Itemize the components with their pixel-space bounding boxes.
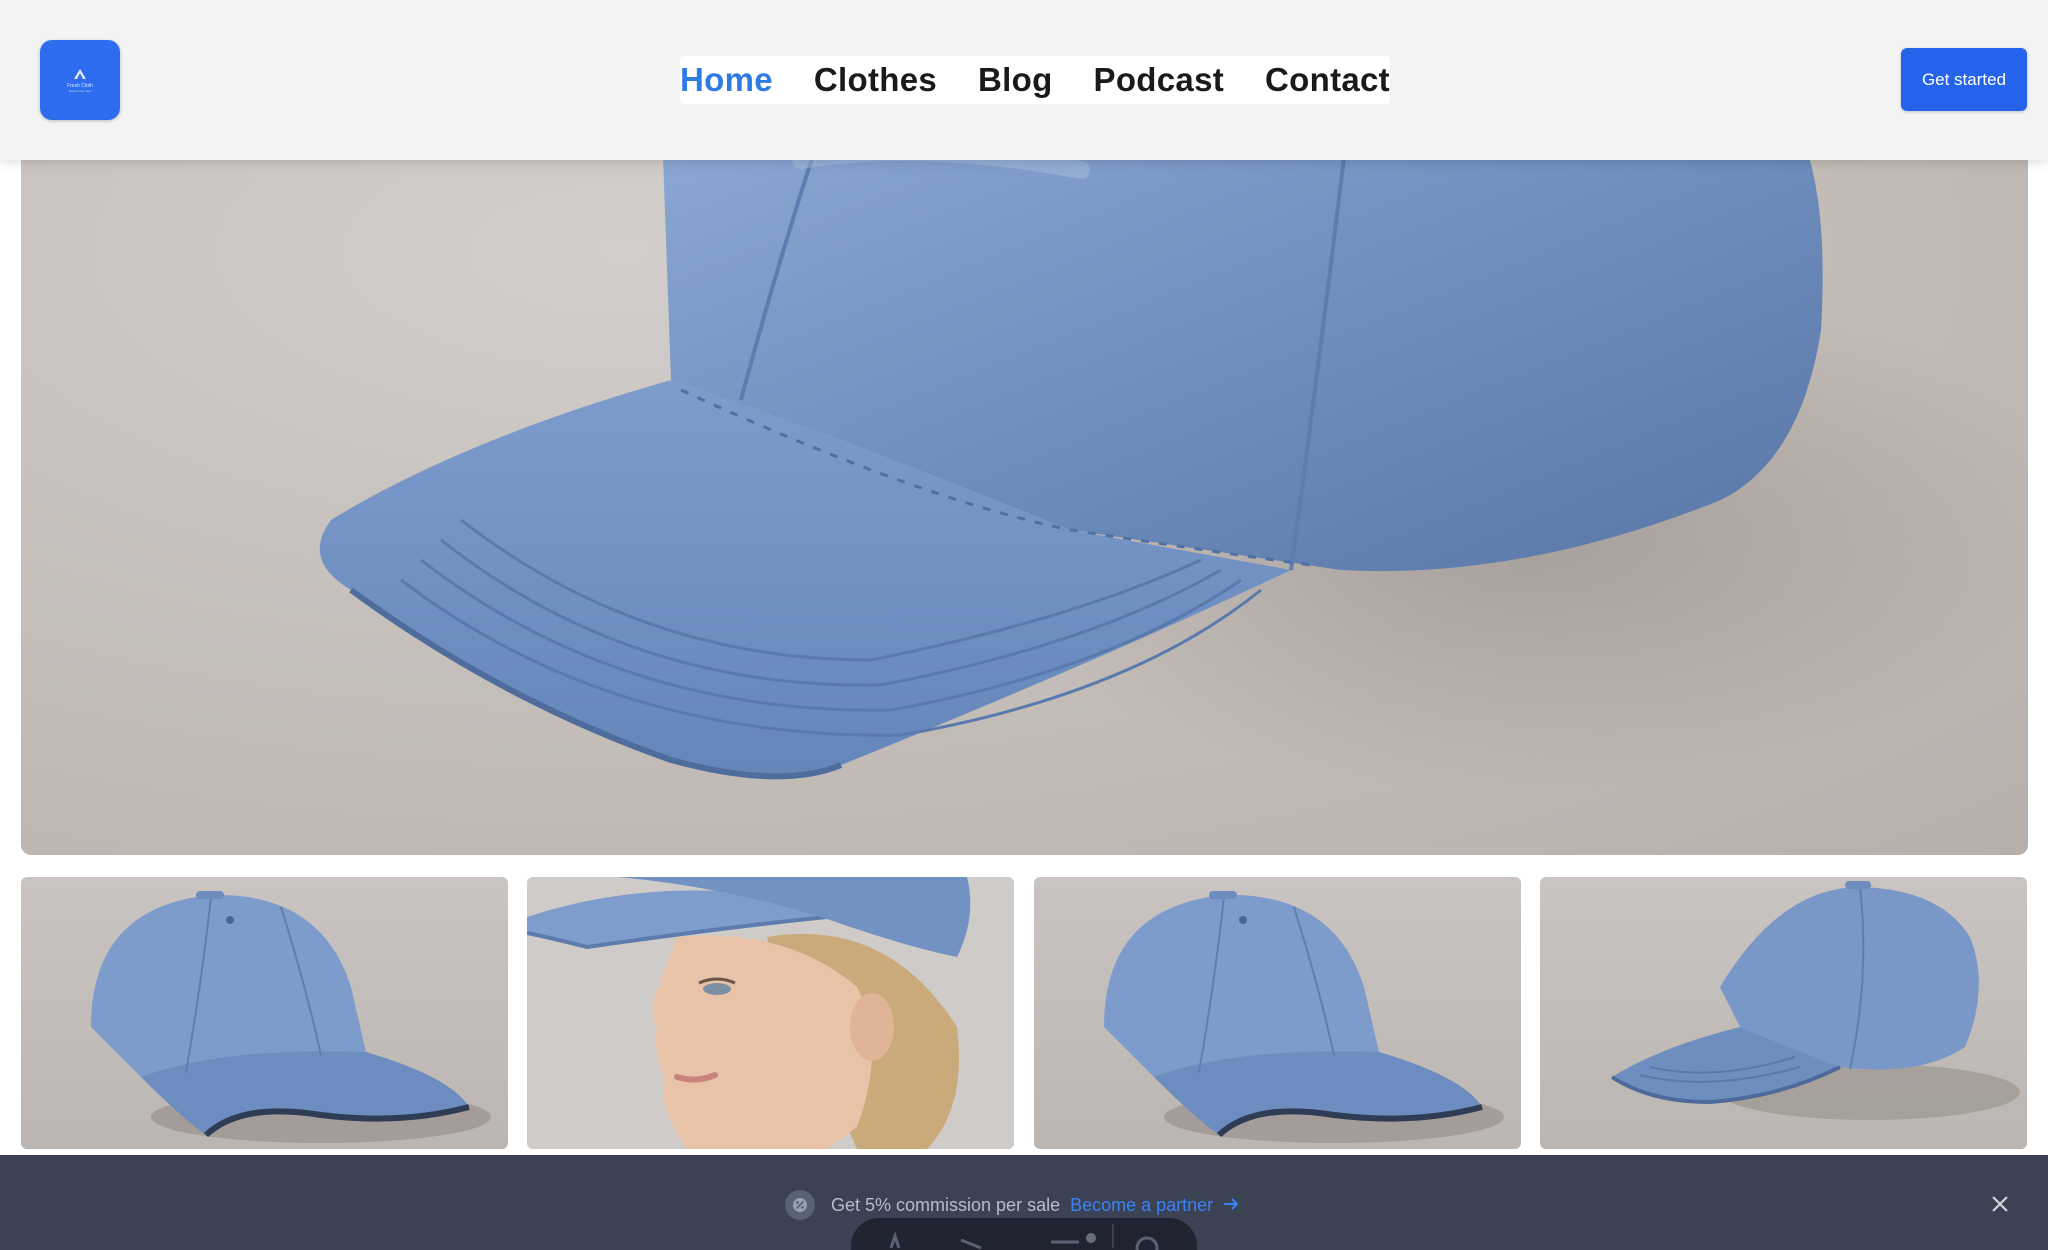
thumbnail-gallery [21, 877, 2028, 1149]
thumbnail-model-wearing-cap[interactable] [527, 877, 1014, 1149]
become-partner-label: Become a partner [1070, 1194, 1214, 1215]
thumbnail-cap-side[interactable] [1540, 877, 2027, 1149]
brand-logo[interactable]: Fresh Cloth Brand Logo Text [40, 40, 120, 120]
bottom-toolbar[interactable] [851, 1218, 1197, 1250]
nav-item-blog[interactable]: Blog [978, 61, 1053, 99]
close-icon[interactable] [1988, 1192, 2012, 1216]
logo-subtext: Brand Logo Text [69, 88, 91, 93]
nav-item-contact[interactable]: Contact [1265, 61, 1390, 99]
cap-front-image [91, 891, 491, 1143]
nav-item-podcast[interactable]: Podcast [1094, 61, 1224, 99]
percent-badge-icon [785, 1190, 815, 1220]
model-wearing-cap-image [527, 877, 1014, 1149]
cap-side-image [1610, 881, 2020, 1120]
page: Fresh Cloth Brand Logo Text Home Clothes… [0, 0, 2048, 1250]
arrow-right-icon [1223, 1195, 1239, 1216]
get-started-button[interactable]: Get started [1901, 48, 2027, 111]
banner-content: Get 5% commission per sale Become a part… [785, 1189, 1239, 1221]
thumbnail-cap-front-2[interactable] [1034, 877, 1521, 1149]
site-header: Fresh Cloth Brand Logo Text Home Clothes… [0, 0, 2048, 160]
main-nav: Home Clothes Blog Podcast Contact [680, 56, 1390, 104]
nav-item-clothes[interactable]: Clothes [814, 61, 937, 99]
commission-text: Get 5% commission per sale [831, 1194, 1061, 1215]
cap-closeup-illustration [319, 100, 2028, 790]
become-partner-link[interactable]: Become a partner [1070, 1195, 1239, 1216]
cap-front-image-2 [1104, 891, 1504, 1143]
hero-product-image [21, 100, 2028, 855]
thumbnail-cap-front[interactable] [21, 877, 508, 1149]
nav-item-home[interactable]: Home [680, 61, 773, 99]
logo-mark-icon [74, 68, 86, 79]
